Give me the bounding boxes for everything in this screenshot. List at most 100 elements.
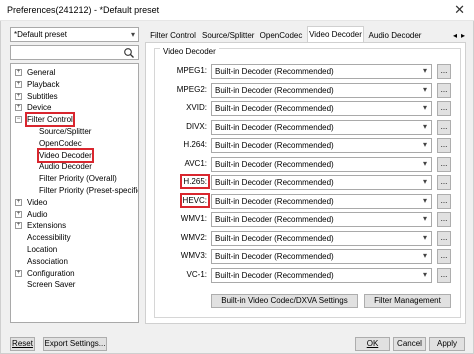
- codec-row: WMV2: Built-in Decoder (Recommended) ▾...: [155, 230, 462, 246]
- codec-label: H.264:: [183, 140, 207, 149]
- tree-item[interactable]: General: [27, 67, 55, 78]
- tree-expander-icon[interactable]: +: [15, 104, 22, 112]
- codec-dropdown[interactable]: Built-in Decoder (Recommended) ▾: [211, 101, 432, 116]
- tab-audio-decoder[interactable]: Audio Decoder: [366, 27, 424, 43]
- codec-label: AVC1:: [184, 158, 207, 168]
- tree-expander-icon[interactable]: +: [15, 198, 22, 206]
- builtin-codec-settings-button[interactable]: Built-in Video Codec/DXVA Settings: [211, 294, 358, 308]
- tree-item[interactable]: OpenCodec: [39, 138, 82, 149]
- ok-button[interactable]: OK: [355, 337, 390, 351]
- tree-expander-icon[interactable]: +: [15, 92, 22, 100]
- codec-options-button[interactable]: ...: [437, 156, 451, 172]
- close-icon[interactable]: ✕: [454, 2, 465, 17]
- codec-dropdown[interactable]: Built-in Decoder (Recommended) ▾: [211, 230, 432, 246]
- preset-value: *Default preset: [14, 30, 67, 39]
- codec-options-button[interactable]: ...: [437, 230, 451, 246]
- codec-dropdown[interactable]: Built-in Decoder (Recommended) ▾: [211, 175, 432, 190]
- chevron-down-icon: ▾: [422, 140, 427, 149]
- codec-row: H.264: Built-in Decoder (Recommended) ▾...: [155, 138, 462, 153]
- chevron-down-icon: ▾: [422, 121, 427, 131]
- tab-source-splitter[interactable]: Source/Splitter: [201, 27, 255, 43]
- tree-item[interactable]: Device: [27, 102, 51, 113]
- codec-value: Built-in Decoder (Recommended): [215, 178, 334, 187]
- tree-item[interactable]: Filter Priority (Overall): [39, 173, 117, 184]
- tree-item[interactable]: Accessibility: [27, 232, 71, 243]
- codec-row: WMV1: Built-in Decoder (Recommended) ▾...: [155, 212, 462, 227]
- settings-panel: Video Decoder MPEG1: Built-in Decoder (Re…: [145, 42, 466, 324]
- chevron-down-icon: ▾: [422, 158, 427, 168]
- codec-row: WMV3: Built-in Decoder (Recommended) ▾...: [155, 249, 462, 264]
- settings-tree: + General + Playback + Subtitles + Device − Filte…: [10, 63, 139, 323]
- codec-dropdown[interactable]: Built-in Decoder (Recommended) ▾: [211, 249, 432, 264]
- tree-expander-icon[interactable]: +: [15, 80, 22, 88]
- codec-label: WMV1:: [180, 214, 207, 223]
- search-input[interactable]: [11, 46, 121, 59]
- codec-value: Built-in Decoder (Recommended): [215, 215, 334, 224]
- filter-management-button[interactable]: Filter Management: [364, 294, 451, 308]
- chevron-down-icon: ▾: [422, 195, 427, 205]
- codec-dropdown[interactable]: Built-in Decoder (Recommended) ▾: [211, 193, 432, 209]
- codec-row: XVID: Built-in Decoder (Recommended) ▾...: [155, 101, 462, 116]
- codec-dropdown[interactable]: Built-in Decoder (Recommended) ▾: [211, 138, 432, 153]
- codec-dropdown[interactable]: Built-in Decoder (Recommended) ▾: [211, 119, 432, 135]
- search-icon[interactable]: [123, 47, 135, 59]
- codec-dropdown[interactable]: Built-in Decoder (Recommended) ▾: [211, 82, 432, 98]
- tree-expander-icon[interactable]: +: [15, 210, 22, 218]
- codec-value: Built-in Decoder (Recommended): [215, 252, 334, 261]
- codec-label: WMV2:: [180, 232, 207, 242]
- tree-item[interactable]: Audio Decoder: [39, 161, 92, 172]
- tree-item[interactable]: Audio: [27, 209, 47, 220]
- chevron-down-icon: ▾: [422, 177, 427, 186]
- codec-options-button[interactable]: ...: [437, 64, 451, 79]
- codec-options-button[interactable]: ...: [437, 249, 451, 264]
- codec-options-button[interactable]: ...: [437, 119, 451, 135]
- codec-options-button[interactable]: ...: [437, 193, 451, 209]
- tree-expander-icon[interactable]: −: [15, 116, 22, 124]
- tree-item[interactable]: Video: [27, 197, 47, 208]
- codec-row: MPEG2: Built-in Decoder (Recommended) ▾...: [155, 82, 462, 98]
- tree-item[interactable]: Configuration: [27, 268, 75, 279]
- reset-button[interactable]: Reset: [10, 337, 35, 351]
- tree-expander-icon[interactable]: +: [15, 269, 22, 277]
- tab-filter-control[interactable]: Filter Control: [147, 27, 199, 43]
- codec-dropdown[interactable]: Built-in Decoder (Recommended) ▾: [211, 212, 432, 227]
- codec-label: H.265:: [180, 174, 210, 189]
- tree-item[interactable]: Filter Control: [25, 112, 75, 128]
- codec-options-button[interactable]: ...: [437, 212, 451, 227]
- chevron-down-icon: ▾: [422, 84, 427, 94]
- codec-dropdown[interactable]: Built-in Decoder (Recommended) ▾: [211, 267, 432, 283]
- codec-options-button[interactable]: ...: [437, 101, 451, 116]
- tree-item[interactable]: Filter Priority (Preset-specific): [39, 185, 138, 196]
- tab-video-decoder[interactable]: Video Decoder: [307, 26, 364, 43]
- tree-expander-icon[interactable]: +: [15, 222, 22, 230]
- codec-options-button[interactable]: ...: [437, 138, 451, 153]
- tab-scroll-right-icon[interactable]: ▸: [459, 27, 467, 43]
- window-title: Preferences(241212) - *Default preset: [7, 5, 160, 15]
- tree-item[interactable]: Location: [27, 244, 57, 255]
- codec-options-button[interactable]: ...: [437, 175, 451, 190]
- tree-item[interactable]: Screen Saver: [27, 279, 75, 290]
- tab-opencodec[interactable]: OpenCodec: [257, 27, 305, 43]
- codec-label: VC-1:: [186, 269, 207, 279]
- tree-item[interactable]: Source/Splitter: [39, 126, 91, 137]
- codec-options-button[interactable]: ...: [437, 82, 451, 98]
- tree-expander-icon[interactable]: +: [15, 69, 22, 76]
- tab-scroll-left-icon[interactable]: ◂: [451, 27, 459, 43]
- tree-item[interactable]: Association: [27, 256, 68, 267]
- codec-row: VC-1: Built-in Decoder (Recommended) ▾...: [155, 267, 462, 283]
- search-field[interactable]: [10, 45, 139, 60]
- cancel-button[interactable]: Cancel: [393, 337, 426, 351]
- codec-options-button[interactable]: ...: [437, 267, 451, 283]
- tree-item[interactable]: Playback: [27, 79, 59, 90]
- codec-label: MPEG2:: [176, 84, 207, 94]
- tree-item[interactable]: Video Decoder: [37, 147, 94, 163]
- tree-item[interactable]: Subtitles: [27, 91, 58, 102]
- tree-item[interactable]: Extensions: [27, 220, 66, 231]
- codec-dropdown[interactable]: Built-in Decoder (Recommended) ▾: [211, 156, 432, 172]
- preset-dropdown[interactable]: *Default preset ▾: [10, 27, 139, 42]
- export-settings-button[interactable]: Export Settings...: [43, 337, 107, 351]
- apply-button[interactable]: Apply: [429, 337, 465, 351]
- codec-dropdown[interactable]: Built-in Decoder (Recommended) ▾: [211, 64, 432, 79]
- codec-label: WMV3:: [180, 251, 207, 260]
- chevron-down-icon: ▾: [422, 103, 427, 112]
